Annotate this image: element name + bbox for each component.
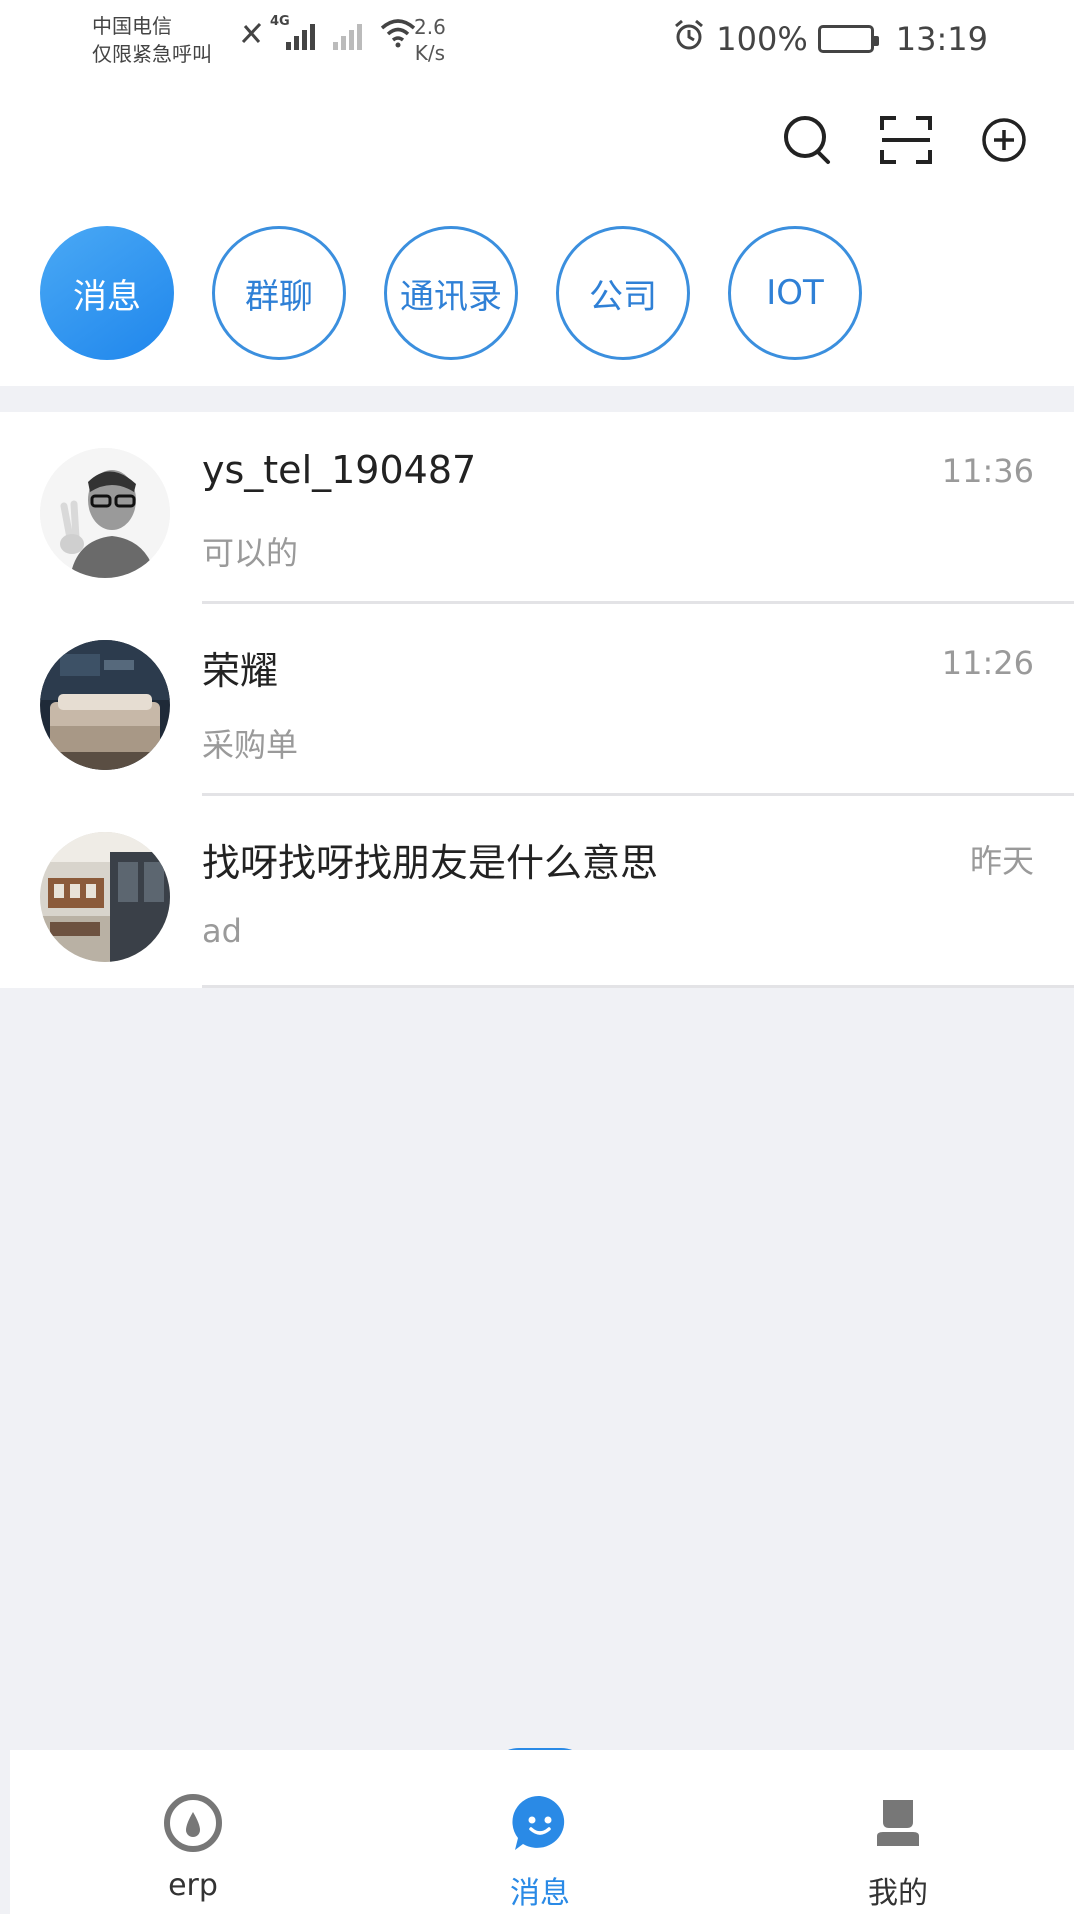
- battery-percent: 100%: [716, 20, 808, 58]
- wifi-icon: [378, 18, 418, 52]
- top-actions: [780, 112, 1032, 168]
- conversation-time: 11:26: [941, 644, 1034, 682]
- tab-messages[interactable]: 消息: [40, 226, 174, 360]
- conversation-time: 11:36: [941, 452, 1034, 490]
- tab-company[interactable]: 公司: [556, 226, 690, 360]
- conversation-preview: ad: [202, 912, 242, 950]
- conversation-time: 昨天: [969, 842, 1034, 880]
- nav-erp[interactable]: erp: [113, 1750, 273, 1914]
- conversation-name: ys_tel_190487: [202, 448, 477, 492]
- nav-messages[interactable]: 消息: [460, 1750, 620, 1914]
- status-bar: 中国电信 仅限紧急呼叫 4G 2.6 K/s 100% 13:19: [0, 0, 1074, 90]
- alarm-icon: [672, 18, 706, 60]
- bottom-nav: erp 消息 我的: [10, 1750, 1074, 1914]
- nav-label: erp: [168, 1868, 218, 1903]
- no-call-icon: [240, 20, 264, 50]
- divider: [202, 985, 1074, 988]
- conversation-item[interactable]: 荣耀 采购单 11:26: [0, 604, 1074, 796]
- signal-icons: 4G: [240, 14, 418, 52]
- nav-profile[interactable]: 我的: [818, 1750, 978, 1914]
- carrier-name: 中国电信: [92, 14, 172, 38]
- profile-icon: [867, 1792, 929, 1854]
- avatar: [40, 832, 170, 962]
- conversation-name: 找呀找呀找朋友是什么意思: [202, 841, 659, 885]
- emergency-text: 仅限紧急呼叫: [92, 42, 212, 66]
- scan-button[interactable]: [878, 112, 934, 168]
- tab-group-chat[interactable]: 群聊: [212, 226, 346, 360]
- carrier-info: 中国电信 仅限紧急呼叫: [92, 12, 212, 68]
- conversation-list: ys_tel_190487 可以的 11:36 荣耀 采购单 11:26 找呀找…: [0, 412, 1074, 988]
- scan-icon: [880, 116, 932, 164]
- signal-4g-icon: 4G: [270, 14, 315, 50]
- avatar: [40, 640, 170, 770]
- add-button[interactable]: [976, 112, 1032, 168]
- conversation-preview: 可以的: [202, 534, 299, 572]
- add-icon: [982, 118, 1026, 162]
- conversation-name: 荣耀: [202, 649, 279, 693]
- tab-contacts[interactable]: 通讯录: [384, 226, 518, 360]
- avatar: [40, 448, 170, 578]
- clock: 13:19: [895, 20, 988, 58]
- search-icon: [784, 116, 830, 164]
- nav-label: 消息: [510, 1876, 570, 1911]
- tab-iot[interactable]: IOT: [728, 226, 862, 360]
- message-icon: [509, 1792, 571, 1854]
- search-button[interactable]: [780, 112, 836, 168]
- conversation-item[interactable]: ys_tel_190487 可以的 11:36: [0, 412, 1074, 604]
- conversation-item[interactable]: 找呀找呀找朋友是什么意思 ad 昨天: [0, 796, 1074, 988]
- status-right: 100% 13:19: [672, 18, 988, 60]
- erp-icon: [162, 1792, 224, 1854]
- net-speed: 2.6 K/s: [414, 15, 446, 65]
- nav-label: 我的: [868, 1876, 928, 1911]
- category-tabs: 消息 群聊 通讯录 公司 IOT: [40, 226, 862, 360]
- signal-secondary-icon: [333, 20, 362, 50]
- header: 消息 群聊 通讯录 公司 IOT: [0, 90, 1074, 386]
- conversation-preview: 采购单: [202, 726, 299, 764]
- battery-icon: [817, 25, 879, 53]
